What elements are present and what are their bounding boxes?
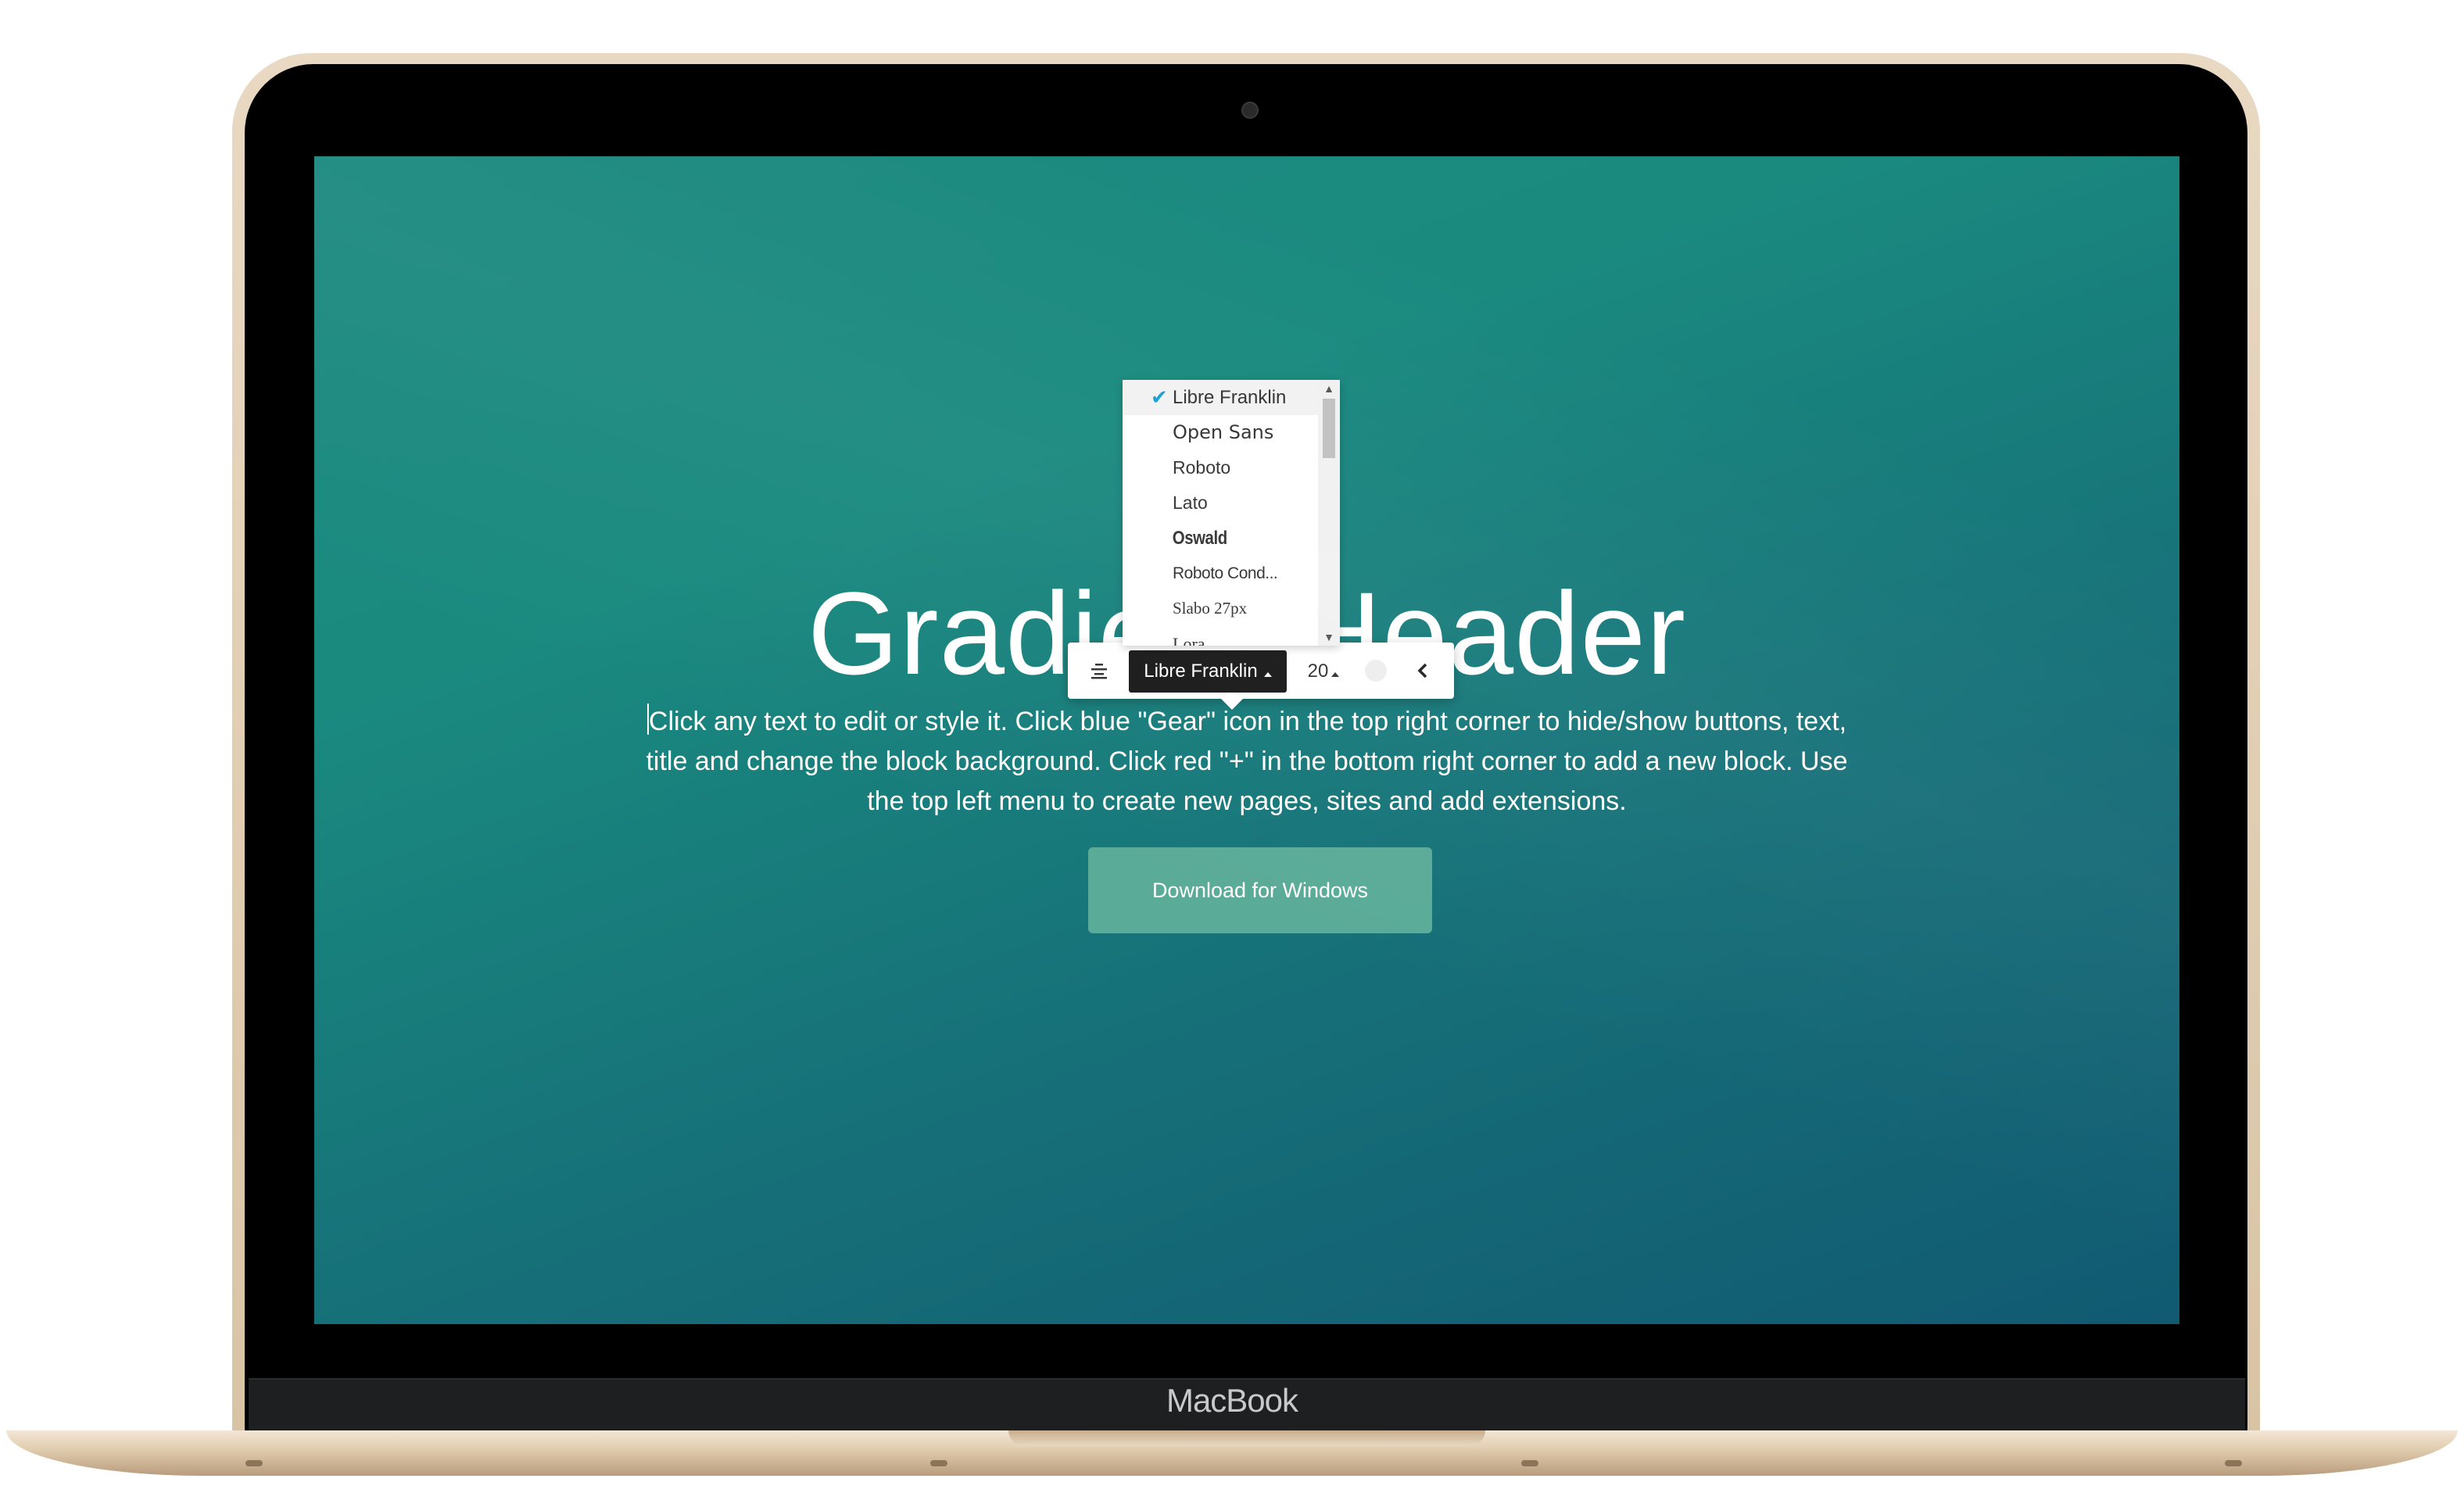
font-option-label: Libre Franklin [1173, 387, 1287, 408]
chevron-left-icon[interactable] [1407, 655, 1438, 686]
chevron-left-icon-svg [1417, 663, 1427, 678]
font-size-label: 20 [1307, 661, 1329, 682]
font-option-label: Lora [1173, 634, 1205, 646]
font-option-lato[interactable]: Lato [1123, 485, 1318, 521]
macbook-logo-text: MacBook [1166, 1382, 1298, 1419]
caret-up-icon [1263, 672, 1272, 677]
laptop-foot [1521, 1460, 1538, 1466]
laptop-foot [930, 1460, 947, 1466]
font-option-oswald[interactable]: Oswald [1123, 521, 1289, 556]
scroll-thumb[interactable] [1323, 399, 1335, 458]
website-screen: Gradient Header Click any text to edit o… [314, 156, 2179, 1324]
scroll-down-icon[interactable]: ▼ [1318, 628, 1340, 646]
stage: Gradient Header Click any text to edit o… [0, 0, 2464, 1500]
download-for-windows-button[interactable]: Download for Windows [1088, 847, 1432, 933]
color-swatch-icon[interactable] [1365, 660, 1387, 682]
align-center-icon-svg [1091, 664, 1107, 679]
font-option-lora[interactable]: Lora [1123, 626, 1318, 646]
font-family-label: Libre Franklin [1144, 661, 1258, 682]
font-option-label: Roboto Cond... [1173, 564, 1278, 582]
font-size-select[interactable]: 20 [1296, 650, 1351, 693]
intro-text[interactable]: Click any text to edit or style it. Clic… [643, 702, 1851, 822]
text-style-toolbar: Libre Franklin 20 [1068, 643, 1454, 710]
font-option-label: Oswald [1172, 528, 1227, 549]
font-family-dropdown: ✔ Libre Franklin Open Sans Roboto Lato O… [1123, 380, 1340, 646]
camera-icon [1241, 102, 1259, 119]
laptop-foot [2225, 1460, 2242, 1466]
checkmark-icon: ✔ [1151, 385, 1168, 409]
font-option-open-sans[interactable]: Open Sans [1123, 415, 1318, 450]
font-list: ✔ Libre Franklin Open Sans Roboto Lato O… [1123, 380, 1318, 646]
align-center-icon[interactable] [1083, 655, 1115, 686]
font-option-roboto[interactable]: Roboto [1123, 450, 1318, 485]
font-option-label: Roboto [1173, 457, 1231, 478]
scroll-up-icon[interactable]: ▲ [1318, 380, 1340, 397]
laptop-base-notch [1008, 1430, 1485, 1446]
toolbar-pointer [1221, 699, 1243, 710]
laptop-foot [245, 1460, 263, 1466]
font-option-slabo[interactable]: Slabo 27px [1123, 591, 1318, 626]
font-option-roboto-condensed[interactable]: Roboto Cond... [1123, 556, 1318, 591]
font-option-label: Lato [1173, 492, 1208, 513]
font-option-libre-franklin[interactable]: ✔ Libre Franklin [1123, 380, 1318, 415]
caret-up-icon [1331, 672, 1340, 677]
intro-text-content: Click any text to edit or style it. Clic… [646, 707, 1848, 816]
dropdown-scrollbar[interactable]: ▲ ▼ [1318, 380, 1340, 646]
font-family-select[interactable]: Libre Franklin [1129, 650, 1287, 693]
font-option-label: Slabo 27px [1173, 599, 1248, 618]
font-option-label: Open Sans [1173, 421, 1274, 443]
